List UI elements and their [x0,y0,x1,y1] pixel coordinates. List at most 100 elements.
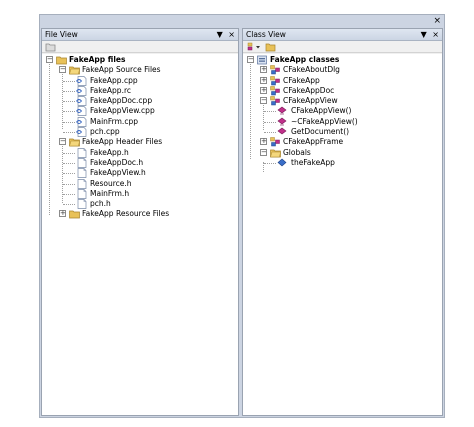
collapse-toggle[interactable]: − [46,56,53,63]
tree-node-label: CFakeAppView() [291,106,352,116]
tree-node-label: theFakeApp [291,157,335,167]
class-icon [270,75,280,85]
frame-close-button[interactable]: × [433,16,441,27]
project-icon [257,55,267,65]
tree-node-class[interactable]: + CFakeApp [243,76,442,86]
expand-toggle[interactable]: + [260,66,267,74]
frame-top-strip: × [40,15,444,28]
folder-icon[interactable] [45,42,57,52]
docking-frame: × File View ▼ × − FakeApp files − FakeAp… [39,14,445,418]
collapse-toggle[interactable]: − [59,138,66,146]
header-file-icon [77,199,87,210]
collapse-toggle[interactable]: − [260,148,267,156]
tree-node-label: FakeApp classes [270,55,340,64]
tree-node-source-folder[interactable]: − FakeApp Source Files [42,65,238,75]
file-view-close-button[interactable]: × [228,30,235,39]
folder-icon [69,211,80,219]
expand-toggle[interactable]: + [260,138,267,146]
tree-node-label: Globals [283,147,311,157]
class-view-pane: Class View ▼ × − FakeApp classes + CFake… [242,28,443,416]
expand-toggle[interactable]: + [59,210,66,218]
tree-node-file[interactable]: MainFrm.h [42,189,238,199]
tree-node-class[interactable]: − CFakeAppView [243,96,442,106]
tree-node-label: CFakeAppView [283,96,338,106]
tree-node-file[interactable]: FakeApp.h [42,148,238,158]
method-icon [277,127,287,135]
collapse-toggle[interactable]: − [247,56,254,63]
tree-node-label: FakeAppView.cpp [90,106,155,116]
tree-node-globals-folder[interactable]: − Globals [243,148,442,158]
tree-node-global[interactable]: theFakeApp [243,158,442,168]
expand-toggle[interactable]: + [260,86,267,94]
tree-node-file[interactable]: FakeAppView.cpp [42,106,238,117]
tree-node-file[interactable]: Resource.h [42,179,238,189]
tree-node-label: FakeApp.cpp [90,75,138,85]
tree-node-label: MainFrm.cpp [90,116,138,126]
file-view-tree: − FakeApp files − FakeApp Source Files F… [42,54,238,415]
tree-node-label: FakeApp Resource Files [82,209,170,219]
tree-node-label: FakeApp Source Files [82,65,161,75]
folder-icon [69,66,80,75]
class-view-title: Class View [246,30,286,39]
tree-node-label: FakeAppView.h [90,168,146,178]
tree-node-header-folder[interactable]: − FakeApp Header Files [42,137,238,147]
class-view-close-button[interactable]: × [432,30,439,39]
file-view-header: File View ▼ × [42,29,238,41]
cpp-file-icon [76,96,87,107]
expand-toggle[interactable]: + [260,76,267,84]
tree-node-file[interactable]: pch.cpp [42,127,238,137]
tree-node-resource-folder[interactable]: + FakeApp Resource Files [42,209,238,219]
collapse-toggle[interactable]: − [260,97,267,105]
tree-node-root[interactable]: − FakeApp classes [243,55,442,65]
tree-node-method[interactable]: ~CFakeAppView() [243,117,442,127]
cpp-file-icon [76,86,87,96]
tree-node-label: pch.cpp [90,127,120,137]
tree-node-file[interactable]: FakeAppDoc.h [42,158,238,168]
folder-icon [56,56,67,65]
tree-node-label: FakeAppDoc.h [90,157,144,167]
tree-node-file[interactable]: pch.h [42,199,238,210]
tree-node-method[interactable]: GetDocument() [243,127,442,137]
header-file-icon [77,189,87,199]
cpp-file-icon [76,106,87,117]
tree-node-class[interactable]: + CFakeAppDoc [243,86,442,96]
tree-node-file[interactable]: FakeAppView.h [42,168,238,179]
tree-node-method[interactable]: CFakeAppView() [243,106,442,116]
file-view-pane: File View ▼ × − FakeApp files − FakeApp … [41,28,239,416]
header-file-icon [77,178,87,189]
cpp-file-icon [76,75,87,86]
tree-node-label: ~CFakeAppView() [291,116,358,126]
folder-icon [69,139,80,147]
tree-node-label: MainFrm.h [90,188,130,198]
sort-dropdown-icon[interactable] [247,42,263,52]
tree-node-file[interactable]: FakeApp.rc [42,86,238,96]
tree-node-class[interactable]: + CFakeAboutDlg [243,65,442,75]
file-view-options-dropdown[interactable]: ▼ [217,30,223,39]
global-variable-icon [277,158,287,167]
tree-node-label: FakeAppDoc.cpp [90,96,153,106]
cpp-file-icon [76,116,87,127]
class-icon [270,86,280,96]
collapse-toggle[interactable]: − [59,66,66,74]
tree-node-label: CFakeAppFrame [283,137,344,147]
tree-node-label: CFakeAboutDlg [283,65,340,75]
class-icon [270,137,280,147]
file-view-title: File View [45,30,78,39]
tree-node-file[interactable]: MainFrm.cpp [42,117,238,127]
tree-node-label: FakeApp.h [90,147,129,157]
tree-node-label: pch.h [90,199,111,209]
class-icon [270,65,280,75]
tree-node-label: CFakeAppDoc [283,85,335,95]
header-file-icon [77,168,87,179]
method-icon [277,117,287,126]
tree-node-file[interactable]: FakeApp.cpp [42,76,238,86]
tree-node-root[interactable]: − FakeApp files [42,55,238,65]
class-icon [270,96,280,106]
tree-node-file[interactable]: FakeAppDoc.cpp [42,96,238,107]
tree-node-label: GetDocument() [291,127,350,137]
tree-node-label: CFakeApp [283,75,320,85]
class-view-options-dropdown[interactable]: ▼ [421,30,427,39]
tree-node-label: FakeApp files [69,55,126,64]
tree-node-class[interactable]: + CFakeAppFrame [243,137,442,147]
new-folder-icon[interactable] [265,42,277,52]
